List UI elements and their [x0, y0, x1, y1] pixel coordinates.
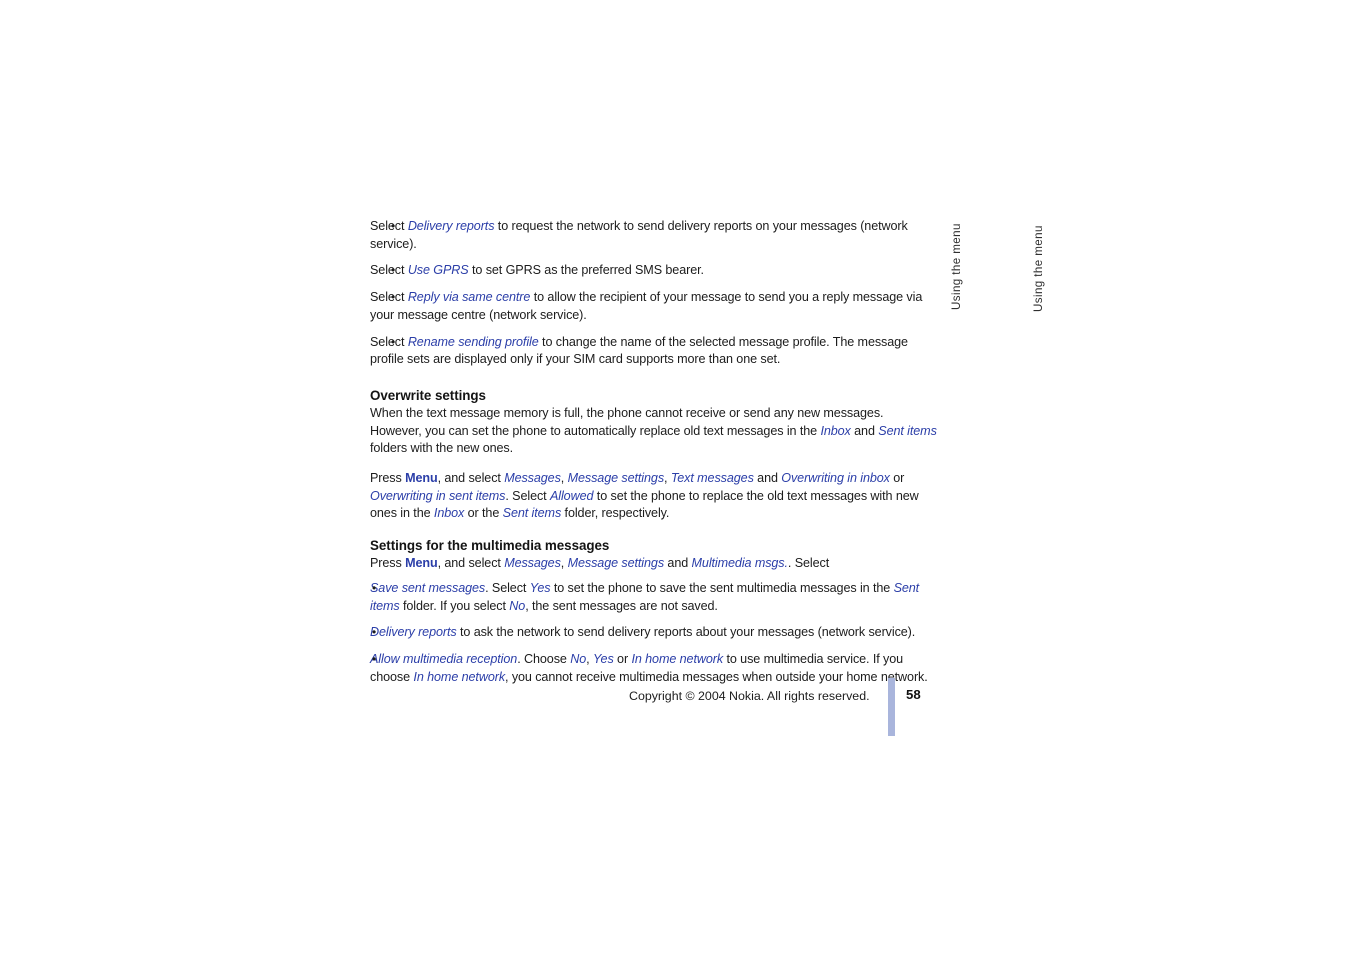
overwrite-paragraph-1: When the text message memory is full, th…: [370, 405, 937, 456]
list-item: • Allow multimedia reception. Choose No, …: [370, 651, 937, 686]
ui-string: Message settings: [567, 556, 665, 571]
ui-string: Inbox: [433, 506, 465, 521]
ui-string: Save sent messages: [370, 580, 486, 595]
ui-string: Yes: [529, 580, 551, 595]
list-item: • Select Use GPRS to set GPRS as the pref…: [370, 262, 937, 280]
ui-string: Messages: [504, 556, 561, 571]
bullet-icon: •: [391, 290, 396, 305]
ui-string: Sent items: [878, 423, 937, 438]
bullet-icon: •: [391, 263, 396, 278]
heading-overwrite-settings: Overwrite settings: [370, 387, 486, 403]
ui-string: Inbox: [820, 423, 851, 438]
ui-string: Reply via same centre: [407, 290, 531, 305]
ui-string: Delivery reports: [370, 625, 457, 640]
ui-string: Yes: [592, 651, 614, 666]
ui-string: In home network: [413, 669, 506, 684]
list-item-text: Save sent messages. Select Yes to set th…: [370, 580, 920, 613]
list-item-text: Delivery reports to ask the network to s…: [370, 625, 916, 640]
list-item: • Save sent messages. Select Yes to set t…: [370, 580, 937, 615]
ui-string: Text messages: [670, 471, 754, 486]
bullet-icon: •: [372, 580, 377, 595]
multimedia-intro-paragraph: Press Menu, and select Messages, Message…: [370, 556, 830, 571]
ui-string: Overwriting in inbox: [781, 471, 890, 486]
page-content: • Select Delivery reports to request the …: [370, 218, 937, 686]
list-item-text: Select Delivery reports to request the n…: [370, 219, 908, 251]
ui-string: Delivery reports: [407, 219, 495, 233]
ui-string: No: [570, 651, 587, 666]
footer-rule: [888, 678, 895, 736]
page-number: 58: [906, 687, 921, 702]
key-label: Menu: [405, 556, 438, 571]
list-item: • Select Reply via same centre to allow t…: [370, 289, 937, 324]
sms-settings-list: • Select Delivery reports to request the …: [370, 218, 937, 369]
ui-string: Allowed: [549, 488, 594, 503]
ui-string: Messages: [504, 471, 561, 486]
bullet-icon: •: [391, 334, 396, 349]
bullet-icon: •: [372, 651, 377, 666]
ui-string: Allow multimedia reception: [370, 651, 518, 666]
list-item-text: Allow multimedia reception. Choose No, Y…: [370, 651, 928, 684]
ui-string: Use GPRS: [407, 263, 469, 278]
ui-string: In home network: [631, 651, 724, 666]
ui-string: Overwriting in sent items: [370, 488, 506, 503]
multimedia-settings-list: • Save sent messages. Select Yes to set t…: [370, 580, 937, 687]
list-item: • Select Delivery reports to request the …: [370, 218, 937, 253]
ui-string: No: [509, 598, 526, 613]
ui-string: Rename sending profile: [407, 334, 539, 349]
bullet-icon: •: [372, 625, 377, 640]
list-item-text: Select Reply via same centre to allow th…: [370, 290, 923, 322]
list-item-text: Select Rename sending profile to change …: [370, 334, 908, 367]
overwrite-paragraph-2: Press Menu, and select Messages, Message…: [370, 471, 919, 521]
key-label: Menu: [405, 471, 438, 486]
running-head-right: Using the menu: [1032, 225, 1045, 312]
manual-page: • Select Delivery reports to request the …: [0, 0, 1351, 954]
list-item: • Select Rename sending profile to change…: [370, 334, 937, 369]
bullet-icon: •: [391, 219, 396, 233]
ui-string: Multimedia msgs.: [691, 556, 788, 571]
ui-string: Sent items: [502, 506, 562, 521]
running-head-left: Using the menu: [950, 223, 963, 310]
copyright-footer: Copyright © 2004 Nokia. All rights reser…: [629, 689, 870, 703]
ui-string: Message settings: [567, 471, 665, 486]
heading-multimedia-settings: Settings for the multimedia messages: [370, 538, 610, 554]
list-item: • Delivery reports to ask the network to …: [370, 624, 937, 642]
list-item-text: Select Use GPRS to set GPRS as the prefe…: [370, 263, 704, 278]
